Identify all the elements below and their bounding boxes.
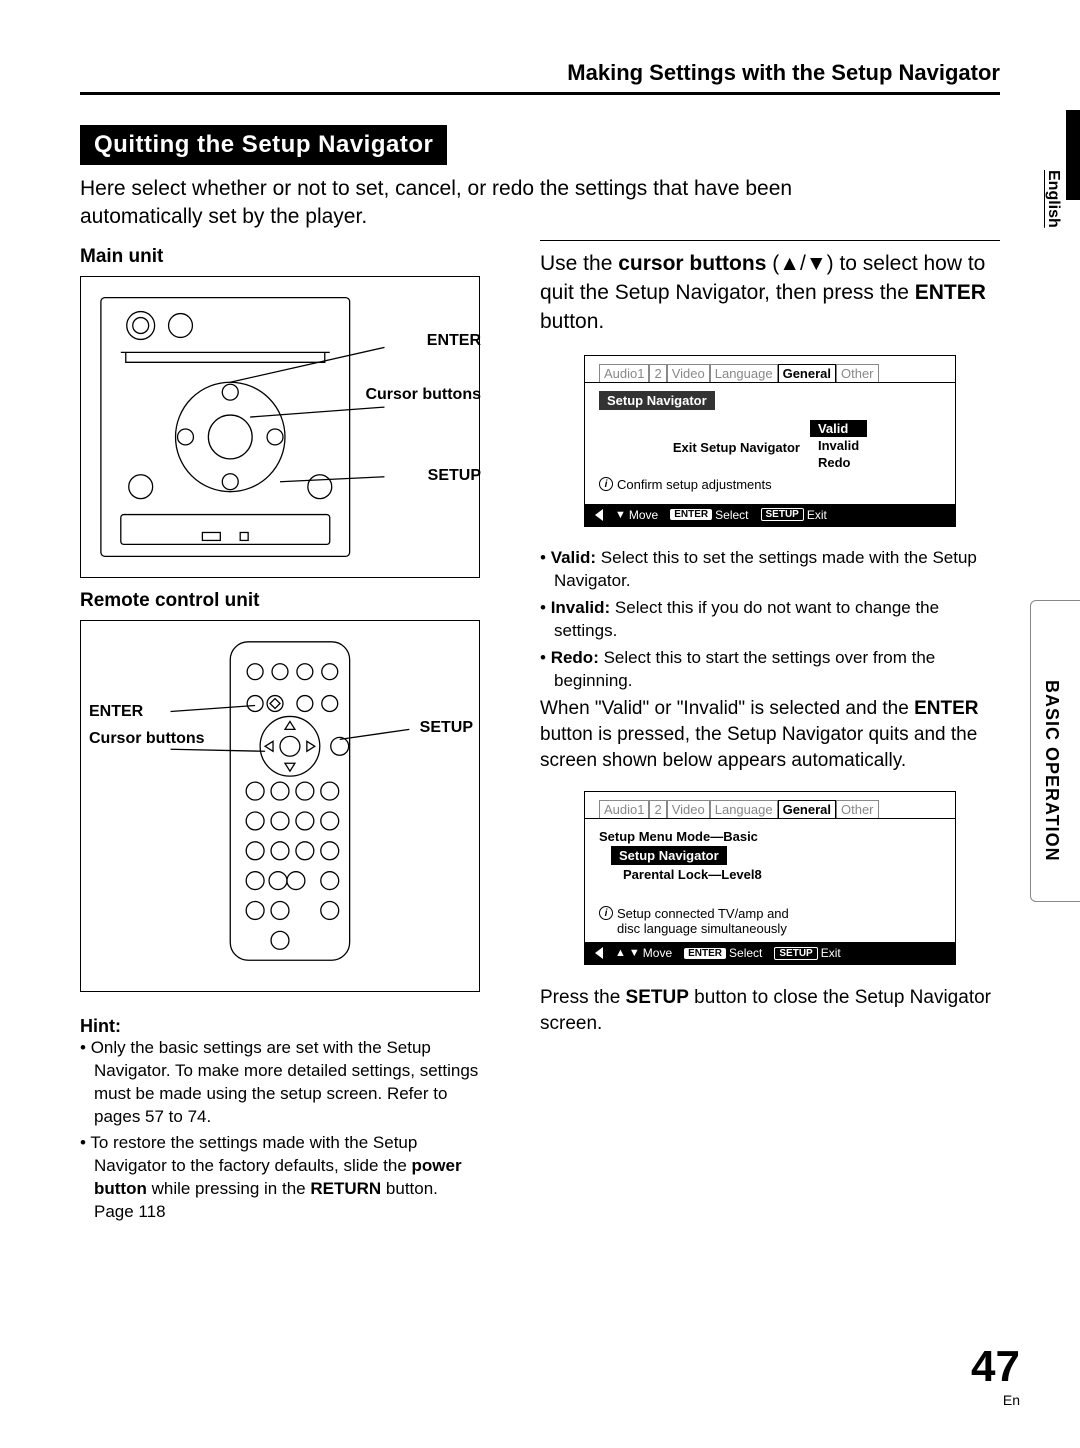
osd-tab-language: Language	[710, 364, 778, 382]
info-icon: i	[599, 906, 613, 920]
nav-down-arrow-icon: ▼	[615, 509, 626, 521]
nav-enter-chip: ENTER	[670, 509, 712, 520]
osd2-info: iSetup connected TV/amp anddisc language…	[599, 906, 941, 936]
manual-page: Making Settings with the Setup Navigator…	[0, 0, 1080, 1448]
osd-tab-general: General	[778, 364, 836, 382]
nav-down-arrow-icon: ▼	[629, 947, 640, 959]
nav-enter-chip: ENTER	[684, 948, 726, 959]
osd-screen-result: Audio1 2 Video Language General Other Se…	[584, 791, 956, 965]
osd-tab-audio1: Audio1	[599, 364, 649, 382]
section-title-bar: Quitting the Setup Navigator	[80, 125, 447, 165]
nav-setup-chip: SETUP	[761, 508, 804, 521]
desc-valid: Valid: Select this to set the settings m…	[540, 547, 1000, 593]
osd-info-row: iConfirm setup adjustments	[599, 477, 941, 492]
right-top-rule	[540, 240, 1000, 241]
desc-redo: Redo: Select this to start the settings …	[540, 647, 1000, 693]
hint-1: Only the basic settings are set with the…	[80, 1037, 480, 1129]
page-number-value: 47	[971, 1342, 1020, 1392]
osd-exit-options: Valid Invalid Redo	[810, 420, 867, 471]
hint-2: To restore the settings made with the Se…	[80, 1132, 480, 1224]
osd-navbar: ▼Move ENTERSelect SETUPExit	[585, 504, 955, 526]
osd2-row3: Parental Lock—Level8	[599, 865, 941, 884]
section-tab-label: BASIC OPERATION	[1041, 680, 1062, 862]
lead-instruction: Use the cursor buttons (▲/▼) to select h…	[540, 249, 1000, 337]
nav-up-arrow-icon: ▲	[615, 947, 626, 959]
remote-figure: ENTER Cursor buttons SETUP	[80, 620, 480, 992]
osd2-tab-other: Other	[836, 800, 879, 818]
mainunit-callout-enter: ENTER	[427, 332, 481, 350]
osd2-tab-language: Language	[710, 800, 778, 818]
osd2-row1: Setup Menu Mode—Basic	[599, 827, 941, 846]
power-button-text: power button	[94, 1156, 462, 1198]
press-setup-text: Press the SETUP button to close the Setu…	[540, 985, 1000, 1036]
nav-setup-chip: SETUP	[774, 947, 817, 960]
chapter-heading: Making Settings with the Setup Navigator	[80, 60, 1000, 86]
remote-callout-enter: ENTER	[89, 703, 143, 721]
osd2-tab-2: 2	[649, 800, 666, 818]
osd2-tab-video: Video	[667, 800, 710, 818]
right-column: Use the cursor buttons (▲/▼) to select h…	[540, 240, 1000, 1229]
osd2-tab-general: General	[778, 800, 836, 818]
osd-tab-video: Video	[667, 364, 710, 382]
remote-heading: Remote control unit	[80, 590, 480, 612]
option-descriptions: Valid: Select this to set the settings m…	[540, 547, 1000, 774]
osd2-navbar: ▲▼Move ENTERSelect SETUPExit	[585, 942, 955, 964]
info-icon: i	[599, 477, 613, 491]
osd2-row2: Setup Navigator	[611, 846, 727, 865]
remote-callout-setup: SETUP	[420, 719, 473, 737]
language-tab-label: English	[1044, 170, 1062, 228]
return-button-text: RETURN	[310, 1179, 381, 1198]
osd-tab-2: 2	[649, 364, 666, 382]
osd-opt-invalid: Invalid	[810, 437, 867, 454]
osd-setup-nav-header: Setup Navigator	[599, 391, 715, 410]
nav-left-arrow-icon	[595, 509, 603, 521]
page-number-lang: En	[971, 1392, 1020, 1408]
remote-svg	[81, 621, 479, 991]
mainunit-figure: ENTER Cursor buttons SETUP	[80, 276, 480, 578]
osd-exit-label: Exit Setup Navigator	[673, 420, 800, 455]
section-intro-text: Here select whether or not to set, cance…	[80, 175, 900, 232]
osd-tab-other: Other	[836, 364, 879, 382]
left-column: Main unit	[80, 240, 480, 1229]
osd-opt-valid: Valid	[810, 420, 867, 437]
after-options-text: When "Valid" or "Invalid" is selected an…	[540, 696, 1000, 773]
osd2-tab-audio1: Audio1	[599, 800, 649, 818]
edge-black-tab	[1066, 110, 1080, 200]
osd2-tabs: Audio1 2 Video Language General Other	[599, 800, 941, 818]
mainunit-callout-cursor: Cursor buttons	[365, 387, 481, 404]
heading-rule	[80, 92, 1000, 95]
mainunit-callout-setup: SETUP	[428, 467, 481, 485]
osd-opt-redo: Redo	[810, 454, 867, 471]
osd-tabs: Audio1 2 Video Language General Other	[599, 364, 941, 382]
nav-left-arrow-icon	[595, 947, 603, 959]
desc-invalid: Invalid: Select this if you do not want …	[540, 597, 1000, 643]
osd-screen-exit: Audio1 2 Video Language General Other Se…	[584, 355, 956, 527]
mainunit-heading: Main unit	[80, 246, 480, 268]
mainunit-svg	[81, 277, 479, 577]
remote-callout-cursor: Cursor buttons	[89, 731, 205, 748]
hint-label: Hint:	[80, 1016, 480, 1037]
page-number: 47 En	[971, 1342, 1020, 1408]
